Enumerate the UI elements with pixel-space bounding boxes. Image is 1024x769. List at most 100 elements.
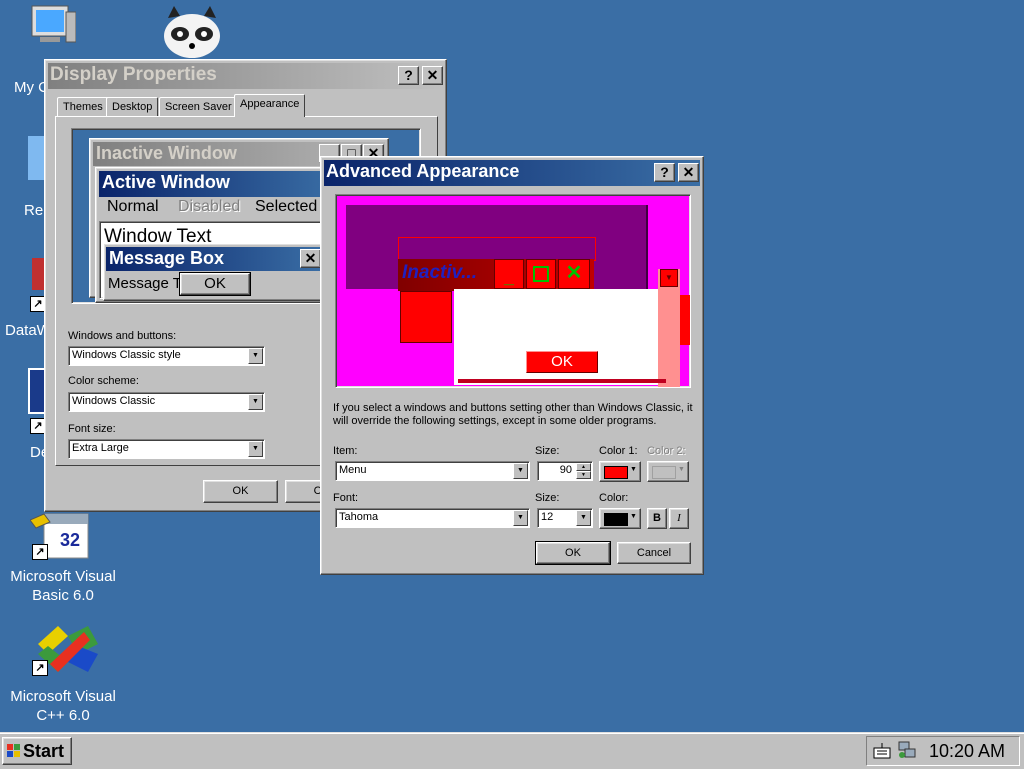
chevron-down-icon: ▼	[248, 441, 263, 457]
font-size-select[interactable]: 12 ▼	[537, 508, 593, 528]
tab-screen-saver[interactable]: Screen Saver	[159, 97, 238, 116]
item-label: Item:	[333, 445, 358, 457]
color1-label: Color 1:	[599, 445, 638, 457]
color2-picker: ▼	[647, 461, 689, 482]
chevron-down-icon: ▼	[248, 394, 263, 410]
desktop-icon-label: Microsoft Visual Basic 6.0	[10, 568, 116, 604]
item-size-value: 90	[559, 464, 572, 476]
chevron-down-icon: ▼	[248, 348, 263, 364]
maximize-icon	[526, 259, 556, 289]
taskbar: Start 10:20 AM	[0, 732, 1024, 769]
raccoon-icon[interactable]	[158, 6, 226, 58]
font-size-value: 12	[541, 511, 554, 523]
windows-logo-icon	[7, 744, 21, 758]
network-icon[interactable]	[897, 740, 917, 760]
preview-ok-button: OK	[526, 351, 598, 373]
color-scheme-value: Windows Classic	[72, 395, 156, 407]
item-size-label: Size:	[535, 445, 560, 457]
windows-buttons-select[interactable]: Windows Classic style ▼	[68, 346, 265, 366]
preview-message-title: Message Box	[109, 248, 225, 268]
start-label: Start	[23, 741, 65, 761]
ok-button[interactable]: OK	[203, 480, 278, 503]
title-bar[interactable]: Advanced Appearance ? ✕	[324, 160, 700, 186]
italic-button[interactable]: I	[669, 508, 689, 529]
ok-button[interactable]: OK	[535, 541, 611, 565]
preview-left-block	[400, 291, 452, 343]
color1-picker[interactable]: ▼	[599, 461, 641, 482]
vb6-badge: 32	[60, 530, 80, 550]
tab-appearance[interactable]: Appearance	[234, 94, 306, 117]
close-icon: ✕	[300, 249, 321, 268]
system-tray: 10:20 AM	[866, 736, 1020, 766]
item-select[interactable]: Menu ▼	[335, 461, 530, 481]
preview-bottom-line	[458, 379, 666, 383]
font-size-value: Extra Large	[72, 442, 129, 454]
font-color-label: Color:	[599, 492, 629, 504]
windows-buttons-value: Windows Classic style	[72, 349, 181, 361]
chevron-down-icon: ▼	[678, 466, 685, 473]
font-size-select[interactable]: Extra Large ▼	[68, 439, 265, 459]
spinner-up-icon[interactable]: ▲	[576, 463, 591, 471]
preview-inactive-title: Inactiv...	[402, 262, 477, 283]
chevron-down-icon: ▼	[513, 463, 528, 479]
preview-red-frame	[398, 237, 596, 261]
color2-swatch	[652, 466, 676, 479]
desktop-icon-label: Re	[24, 202, 44, 219]
clock[interactable]: 10:20 AM	[929, 741, 1005, 762]
preview-message-box: Message Box ✕ Message T OK	[103, 243, 325, 301]
preview-right-red	[680, 295, 690, 345]
color2-label: Color 2:	[647, 445, 686, 457]
preview-menu-normal: Normal	[107, 198, 159, 215]
preview-active-title: Active Window	[102, 172, 230, 192]
advanced-appearance-window[interactable]: Advanced Appearance ? ✕ Inactiv... _ ✕ ▼…	[320, 156, 704, 575]
shortcut-arrow-icon: ↗	[32, 660, 48, 676]
settings-notice: If you select a windows and buttons sett…	[333, 402, 693, 427]
minimize-icon: _	[494, 259, 524, 289]
color-scheme-label: Color scheme:	[68, 375, 139, 387]
preview-ok-button: OK	[179, 272, 251, 296]
color-scheme-select[interactable]: Windows Classic ▼	[68, 392, 265, 412]
close-button[interactable]: ✕	[678, 163, 699, 182]
chevron-down-icon: ▼	[576, 510, 591, 526]
help-button[interactable]: ?	[398, 66, 419, 85]
window-title: Advanced Appearance	[326, 161, 520, 181]
preview-menu-disabled: Disabled	[178, 198, 241, 215]
bold-button[interactable]: B	[647, 508, 667, 529]
font-select[interactable]: Tahoma ▼	[335, 508, 530, 528]
tab-themes[interactable]: Themes	[57, 97, 109, 116]
advanced-preview: Inactiv... _ ✕ ▼ OK	[335, 194, 691, 388]
desktop-icon-label: Microsoft Visual C++ 6.0	[10, 688, 116, 724]
windows-buttons-label: Windows and buttons:	[68, 330, 177, 342]
chevron-down-icon: ▼	[630, 513, 637, 520]
desktop-icon-vcpp[interactable]: ↗ Microsoft Visual C++ 6.0	[0, 622, 126, 732]
cancel-button[interactable]: Cancel	[617, 542, 691, 564]
keyboard-icon[interactable]	[873, 743, 891, 759]
color1-swatch	[604, 466, 628, 479]
font-value: Tahoma	[339, 511, 379, 523]
window-title: Display Properties	[50, 64, 217, 85]
preview-active-titlebar: Active Window	[99, 171, 336, 197]
font-color-picker[interactable]: ▼	[599, 508, 641, 529]
title-bar[interactable]: Display Properties ? ✕	[48, 63, 443, 89]
close-icon: ✕	[558, 259, 590, 289]
computer-icon	[30, 4, 77, 46]
shortcut-arrow-icon: ↗	[32, 544, 48, 560]
start-button[interactable]: Start	[2, 737, 72, 765]
font-size-label: Font size:	[68, 423, 116, 435]
item-size-spinner[interactable]: 90 ▲ ▼	[537, 461, 593, 481]
preview-menu-selected: Selected	[255, 198, 318, 215]
preview-message-text: Message T	[108, 275, 182, 292]
font-color-swatch	[604, 513, 628, 526]
help-button[interactable]: ?	[654, 163, 675, 182]
chevron-down-icon: ▼	[513, 510, 528, 526]
preview-menu-bar: Normal Disabled Selected	[99, 198, 336, 220]
close-button[interactable]: ✕	[422, 66, 443, 85]
item-value: Menu	[339, 464, 367, 476]
tab-desktop[interactable]: Desktop	[106, 97, 159, 116]
preview-message-titlebar: Message Box ✕	[106, 247, 323, 271]
desktop-icon-vb6[interactable]: 32 ↗ Microsoft Visual Basic 6.0	[0, 508, 126, 608]
chevron-down-icon: ▼	[660, 269, 678, 287]
chevron-down-icon: ▼	[630, 466, 637, 473]
preview-inactive-title: Inactive Window	[96, 143, 237, 163]
spinner-down-icon[interactable]: ▼	[576, 471, 591, 479]
